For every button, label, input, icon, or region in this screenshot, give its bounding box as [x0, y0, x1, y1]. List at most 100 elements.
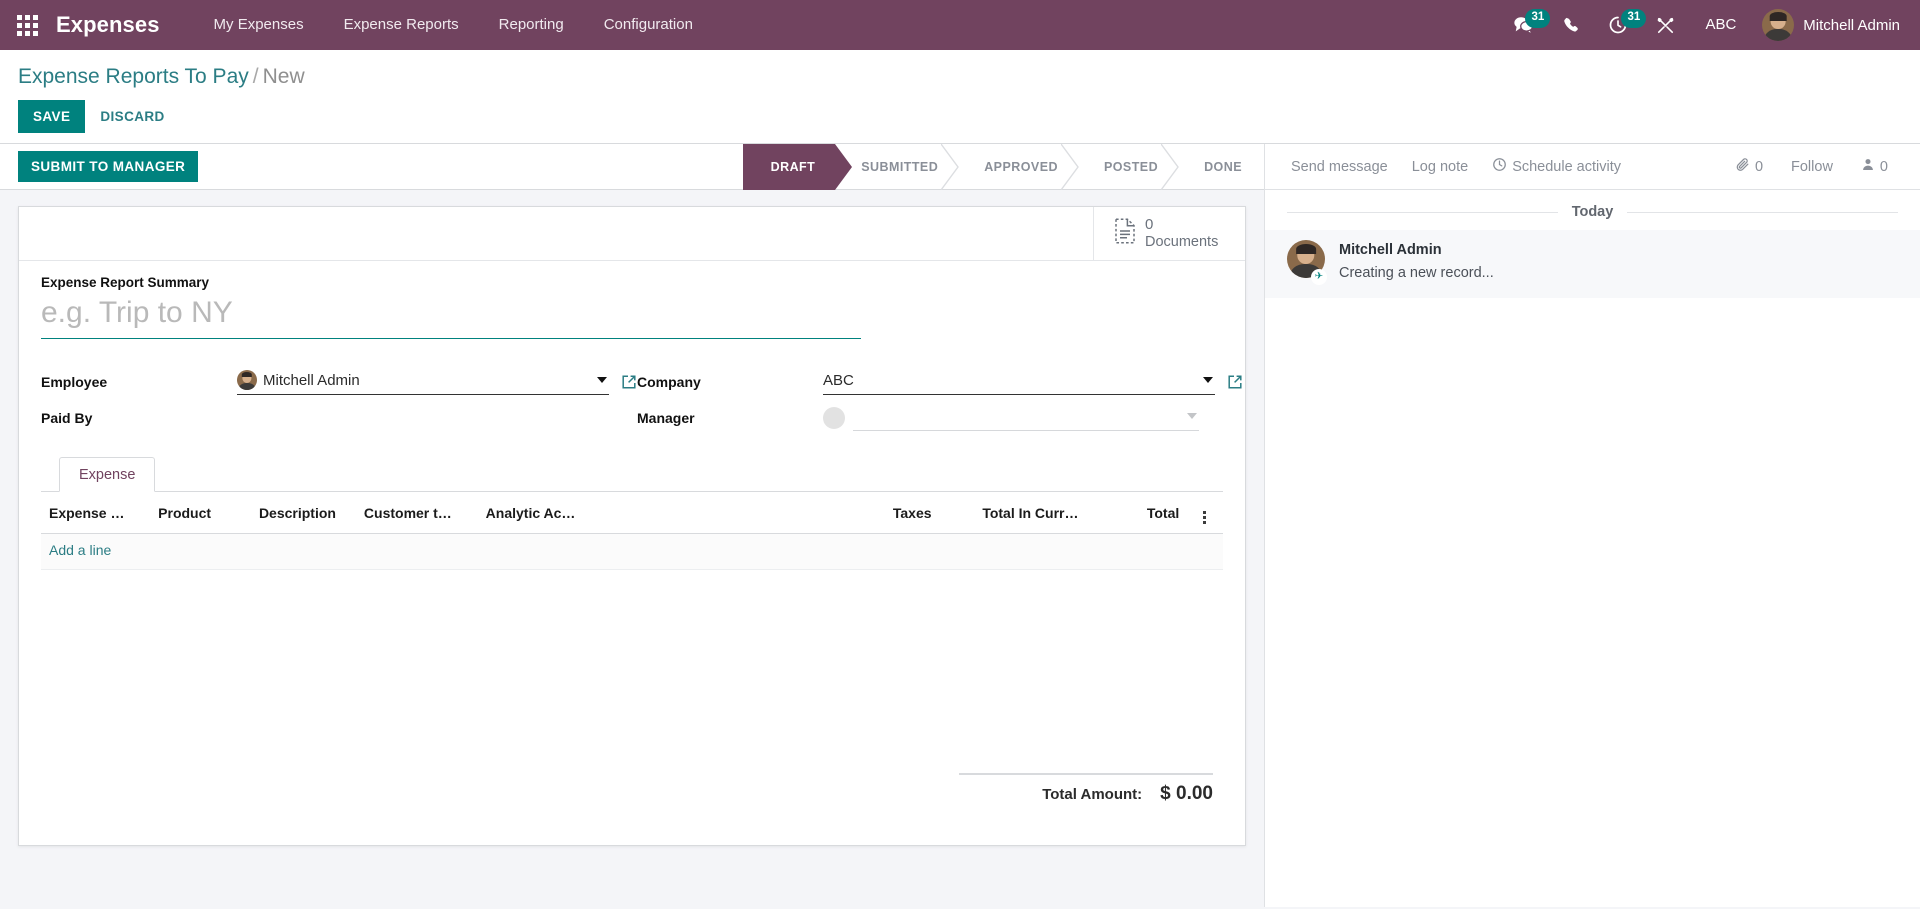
- company-value[interactable]: ABC: [823, 372, 1191, 389]
- discard-button[interactable]: DISCARD: [85, 100, 179, 133]
- add-a-line-link[interactable]: Add a line: [49, 542, 111, 558]
- menu-item-my-expenses[interactable]: My Expenses: [194, 0, 324, 50]
- notebook-tabs: Expense: [41, 457, 1223, 493]
- messages-badge-count: 31: [1525, 9, 1551, 28]
- chatter-toolbar-right: 0 Follow 0: [1721, 157, 1902, 176]
- employee-value[interactable]: Mitchell Admin: [263, 372, 585, 389]
- stage-posted[interactable]: POSTED: [1078, 144, 1179, 190]
- manager-label: Manager: [637, 410, 695, 427]
- menu-item-expense-reports[interactable]: Expense Reports: [324, 0, 479, 50]
- message-avatar-wrap: ✈: [1287, 240, 1327, 286]
- employee-internal-link-icon[interactable]: [621, 374, 637, 390]
- plane-icon: ✈: [1311, 269, 1327, 286]
- col-customer-to-reinvoice[interactable]: Customer t…: [355, 492, 478, 535]
- schedule-activity-label: Schedule activity: [1512, 158, 1621, 175]
- employee-field[interactable]: Mitchell Admin: [237, 369, 637, 396]
- breadcrumb-current: New: [262, 65, 305, 88]
- documents-stat-button[interactable]: 0 Documents: [1093, 207, 1245, 261]
- chevron-down-icon[interactable]: [1203, 377, 1213, 384]
- chatter-toolbar: Send message Log note Schedule activity: [1265, 144, 1920, 191]
- attachments-count: 0: [1754, 158, 1764, 175]
- chevron-down-icon[interactable]: [1187, 413, 1197, 420]
- company-field[interactable]: ABC: [823, 369, 1243, 396]
- company-label: Company: [637, 374, 701, 391]
- day-separator: Today: [1265, 190, 1920, 230]
- phone-icon[interactable]: [1548, 0, 1594, 50]
- optional-columns-toggle[interactable]: [1187, 492, 1223, 535]
- day-separator-label: Today: [1571, 204, 1614, 221]
- document-icon: [1114, 218, 1136, 249]
- stage-approved-label: APPROVED: [984, 159, 1058, 174]
- sheet-wrapper: 0 Documents Expense Report Summary Emplo…: [0, 190, 1264, 907]
- expense-lines-table: Expense … Product Description Customer t…: [41, 492, 1223, 571]
- expense-report-summary-label: Expense Report Summary: [41, 275, 210, 291]
- message-content: Mitchell Admin Creating a new record...: [1339, 240, 1494, 284]
- total-amount-label: Total Amount:: [1042, 786, 1143, 804]
- col-product[interactable]: Product: [150, 492, 251, 535]
- col-taxes[interactable]: Taxes: [824, 492, 940, 535]
- app-brand-title[interactable]: Expenses: [56, 12, 160, 38]
- col-total-in-currency[interactable]: Total In Curr…: [939, 492, 1087, 535]
- col-expense-date[interactable]: Expense …: [41, 492, 151, 535]
- tab-expense[interactable]: Expense: [59, 457, 156, 493]
- user-menu[interactable]: Mitchell Admin: [1752, 0, 1904, 50]
- manager-avatar-placeholder: [823, 407, 845, 430]
- systray: 31 31 ABC Mitchell Admin: [1498, 0, 1904, 50]
- col-analytic-account[interactable]: Analytic Ac…: [477, 492, 825, 535]
- company-internal-link-icon[interactable]: [1227, 374, 1243, 390]
- messages-icon[interactable]: 31: [1498, 0, 1551, 50]
- documents-count: 0: [1145, 216, 1154, 234]
- add-a-line-row[interactable]: Add a line: [41, 533, 1223, 571]
- send-message-button[interactable]: Send message: [1279, 159, 1400, 175]
- employee-avatar: [237, 370, 257, 391]
- tools-icon[interactable]: [1642, 0, 1689, 50]
- stage-done-label: DONE: [1204, 159, 1242, 174]
- notebook: Expense Expense … Product Description Cu…: [41, 457, 1223, 845]
- stage-draft[interactable]: DRAFT: [742, 144, 853, 190]
- manager-field[interactable]: [823, 405, 1243, 432]
- log-note-label: Log note: [1411, 158, 1469, 175]
- apps-grid-icon[interactable]: [10, 8, 44, 42]
- schedule-activity-button[interactable]: Schedule activity: [1480, 157, 1633, 176]
- menu-item-reporting[interactable]: Reporting: [479, 0, 584, 50]
- submit-to-manager-button[interactable]: SUBMIT TO MANAGER: [18, 151, 199, 183]
- company-switcher[interactable]: ABC: [1689, 0, 1752, 50]
- stage-draft-label: DRAFT: [770, 159, 816, 174]
- user-icon: [1861, 157, 1875, 176]
- message-author: Mitchell Admin: [1339, 242, 1442, 259]
- col-description[interactable]: Description: [250, 492, 356, 535]
- followers-count: 0: [1879, 158, 1888, 175]
- chevron-down-icon[interactable]: [597, 377, 607, 384]
- follow-button[interactable]: Follow: [1777, 159, 1847, 175]
- menu-item-configuration[interactable]: Configuration: [584, 0, 713, 50]
- attachments-button[interactable]: 0: [1721, 157, 1777, 176]
- paid-by-label: Paid By: [41, 410, 93, 427]
- followers-button[interactable]: 0: [1847, 157, 1902, 176]
- stage-approved[interactable]: APPROVED: [958, 144, 1079, 190]
- totals-row: Total Amount: $ 0.00: [41, 773, 1223, 805]
- stage-submitted[interactable]: SUBMITTED: [835, 144, 960, 190]
- save-button[interactable]: SAVE: [18, 100, 86, 134]
- breadcrumb-root-link[interactable]: Expense Reports To Pay: [18, 65, 249, 88]
- expense-report-summary-input[interactable]: [41, 292, 861, 340]
- notebook-page-expense: Expense … Product Description Customer t…: [41, 492, 1223, 845]
- sheet-body: Expense Report Summary Employee Mitchell…: [19, 261, 1245, 845]
- stat-buttons: 0 Documents: [19, 207, 1245, 262]
- stage-submitted-label: SUBMITTED: [861, 159, 939, 174]
- stage-done[interactable]: DONE: [1178, 144, 1262, 190]
- activities-clock-icon[interactable]: 31: [1594, 0, 1647, 50]
- user-name-label: Mitchell Admin: [1803, 16, 1900, 34]
- control-panel: Expense Reports To Pay / New SAVE DISCARD: [0, 50, 1920, 145]
- expense-report-summary-group: Expense Report Summary: [41, 275, 1223, 340]
- log-note-button[interactable]: Log note: [1400, 159, 1480, 175]
- breadcrumb: Expense Reports To Pay / New: [18, 64, 1902, 89]
- vertical-dots-icon[interactable]: [1202, 511, 1206, 525]
- header-fields-grid: Employee Mitchell Admin Company ABC Paid…: [41, 369, 1242, 432]
- clock-icon: [1492, 157, 1507, 176]
- col-total[interactable]: Total: [1086, 492, 1188, 535]
- form-sheet: 0 Documents Expense Report Summary Emplo…: [18, 206, 1246, 847]
- list-empty-space: [41, 570, 1223, 773]
- employee-label: Employee: [41, 374, 108, 391]
- chatter-message: ✈ Mitchell Admin Creating a new record..…: [1265, 230, 1920, 299]
- form-pane: SUBMIT TO MANAGER DRAFT SUBMITTED APPROV…: [0, 144, 1264, 908]
